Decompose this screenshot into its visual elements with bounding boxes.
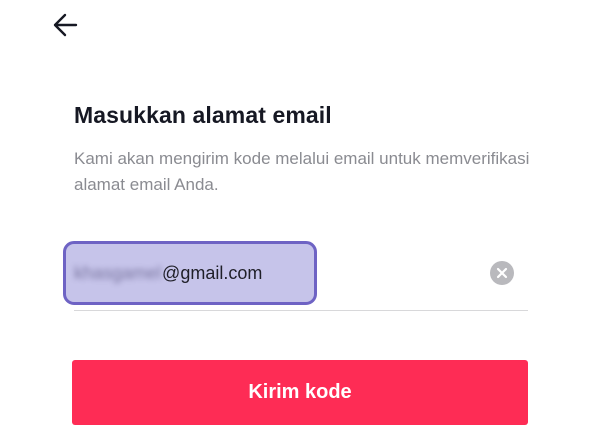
arrow-left-icon [53,13,78,37]
email-input-row: khasgamel @gmail.com [63,241,528,311]
page-title: Masukkan alamat email [74,102,332,128]
email-masked-username: khasgamel [74,262,162,283]
email-domain-text: @gmail.com [162,262,263,283]
page-description: Kami akan mengirim kode melalui email un… [74,149,530,194]
send-code-button[interactable]: Kirim kode [72,360,528,425]
clear-input-button[interactable] [490,261,514,285]
clear-circle-icon [496,267,508,279]
email-input[interactable]: khasgamel @gmail.com [74,258,262,288]
back-button[interactable] [48,8,82,42]
